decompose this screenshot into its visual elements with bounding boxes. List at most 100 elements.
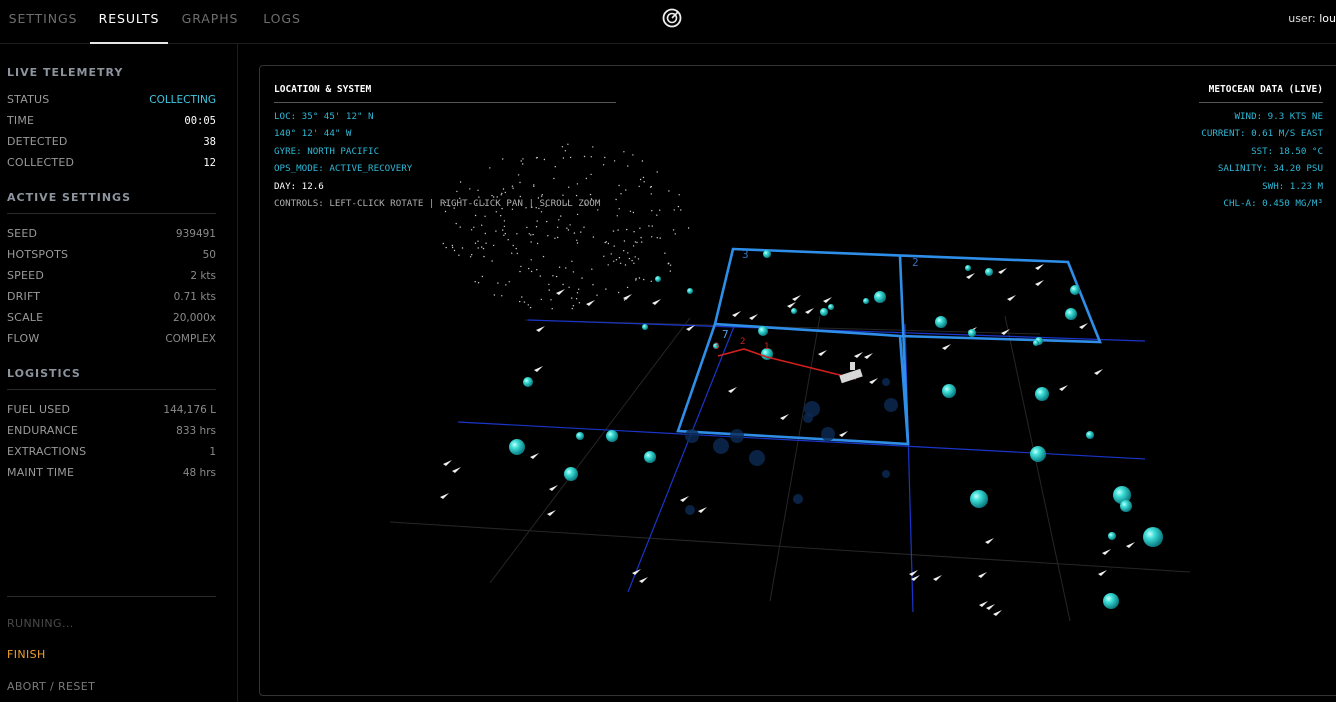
current-arrow (1094, 369, 1103, 375)
zone-7-outline[interactable] (676, 323, 910, 446)
particle (673, 209, 675, 211)
location-panel-title: LOCATION & SYSTEM (274, 81, 616, 103)
particle (501, 295, 503, 297)
live-telemetry-heading: LIVE TELEMETRY (7, 66, 124, 79)
current-arrow (993, 610, 1002, 616)
current-arrow (854, 352, 863, 358)
current-arrow (639, 577, 648, 583)
particle (481, 275, 483, 278)
particle (477, 240, 479, 242)
particle (491, 260, 493, 262)
particle (583, 226, 585, 228)
particle (620, 193, 622, 195)
endurance-value: 833 hrs (176, 425, 216, 437)
scale-label: SCALE (7, 311, 44, 324)
particle (656, 171, 658, 173)
debris-hotspot (942, 384, 956, 398)
particle (477, 282, 480, 284)
submerged-debris-item (821, 427, 835, 441)
current-arrow (792, 295, 801, 301)
particle (461, 247, 464, 249)
current-arrow (728, 387, 737, 393)
current-arrow (986, 604, 995, 610)
current-arrow (452, 467, 461, 473)
simulation-viewport[interactable]: 3 2 7 3 2 1 LOCATION & SYSTEM LOC: 35° 4… (259, 65, 1336, 696)
current-arrow (1079, 323, 1088, 329)
particle (508, 281, 510, 283)
location-system-panel: LOCATION & SYSTEM LOC: 35° 45' 12" N 140… (274, 81, 616, 213)
waypoint-label-2: 2 (740, 337, 745, 347)
drift-value: 0.71 kts (173, 291, 216, 303)
tab-logs[interactable]: LOGS (252, 0, 312, 42)
submerged-debris-item (685, 505, 695, 515)
sidebar: LIVE TELEMETRY STATUS COLLECTING TIME 00:0… (0, 44, 238, 702)
particle (638, 277, 641, 279)
particle (546, 220, 548, 223)
particle (618, 291, 620, 294)
submerged-debris-item (882, 378, 890, 386)
particle (626, 228, 628, 231)
tab-graphs[interactable]: GRAPHS (172, 0, 248, 42)
current-arrow (839, 431, 848, 437)
chla-readout: CHL-A: 0.450 MG/M³ (1223, 198, 1323, 209)
salinity-readout: SALINITY: 34.20 PSU (1217, 163, 1323, 174)
particle (669, 270, 671, 272)
particle (605, 241, 607, 243)
particle (532, 233, 534, 236)
finish-button[interactable]: FINISH (7, 648, 46, 661)
particle (623, 299, 626, 301)
current-arrow (1007, 295, 1016, 301)
current-arrow (1059, 385, 1068, 391)
detected-value: 38 (203, 136, 216, 148)
current-arrow (536, 326, 545, 332)
particle (668, 190, 670, 192)
particle (627, 252, 629, 254)
particle (530, 259, 532, 261)
waypoint-label-1: 1 (764, 342, 769, 352)
submerged-debris-item (749, 450, 765, 466)
sidebar-divider (7, 596, 216, 597)
debris-hotspot (758, 326, 768, 336)
particle (572, 305, 575, 307)
particle (530, 270, 533, 273)
current-arrow (780, 414, 789, 420)
particle (668, 262, 670, 264)
debris-hotspot (965, 265, 971, 271)
tab-results[interactable]: RESULTS (90, 0, 168, 44)
particle (633, 231, 635, 233)
debris-hotspot (874, 291, 886, 303)
particle (592, 236, 595, 238)
zone-3-outline[interactable] (713, 247, 1102, 344)
speed-value: 2 kts (190, 270, 216, 282)
particle (548, 283, 550, 286)
debris-hotspot (935, 316, 947, 328)
particle (625, 189, 627, 191)
vessel-icon[interactable] (839, 362, 863, 384)
particle (497, 282, 499, 284)
particle (576, 239, 578, 241)
sst-readout: SST: 18.50 °C (1251, 145, 1323, 157)
particle (442, 242, 444, 245)
current-arrow (823, 297, 832, 303)
particle (567, 229, 570, 231)
zone-label-3: 3 (742, 248, 749, 261)
particle (607, 242, 610, 245)
current-arrow (556, 289, 565, 295)
particle (669, 264, 672, 266)
collected-label: COLLECTED (7, 156, 75, 169)
debris-hotspot (791, 308, 797, 314)
current-arrow (530, 453, 539, 459)
tab-settings[interactable]: SETTINGS (0, 0, 86, 42)
particle (451, 244, 453, 247)
particle (632, 245, 635, 247)
user-name: lou (1319, 12, 1336, 25)
debris-hotspot (828, 304, 834, 310)
debris-hotspot (642, 324, 648, 330)
abort-reset-button[interactable]: ABORT / RESET (7, 680, 95, 693)
metocean-panel-title: METOCEAN DATA (LIVE) (1198, 81, 1323, 103)
particle (643, 181, 645, 183)
user-indicator[interactable]: user: lou (1288, 12, 1336, 25)
particle (616, 215, 618, 217)
particle (603, 255, 605, 257)
particle (632, 211, 635, 214)
